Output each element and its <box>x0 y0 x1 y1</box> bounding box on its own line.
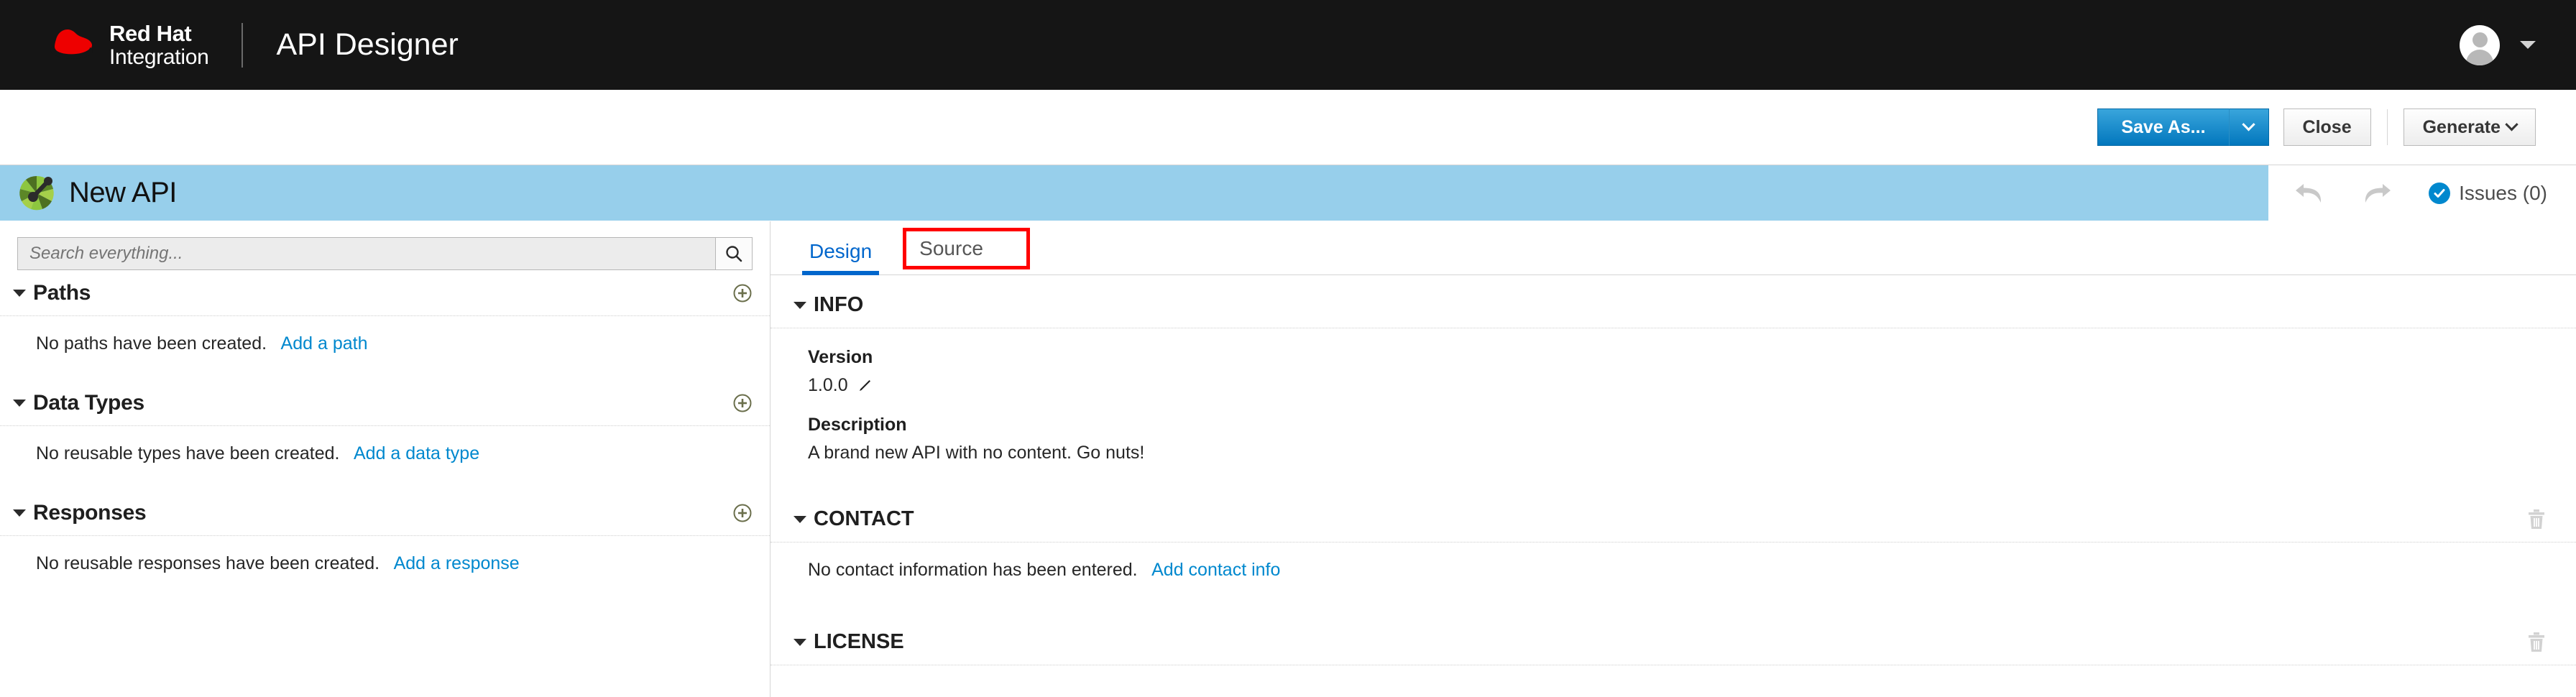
toolbar-divider <box>2386 109 2388 145</box>
add-contact-info-link[interactable]: Add contact info <box>1151 560 1280 580</box>
field-version: Version 1.0.0 <box>770 328 2576 396</box>
empty-message: No reusable types have been created. <box>36 443 340 463</box>
main-section-title: LICENSE <box>814 630 904 653</box>
edit-version-button[interactable] <box>857 377 874 394</box>
main-section-header-info[interactable]: INFO <box>770 282 2576 328</box>
masthead-user-area <box>2460 24 2536 65</box>
main-section-header-license[interactable]: LICENSE <box>770 619 2576 665</box>
chevron-down-icon <box>794 301 806 309</box>
field-value-row: 1.0.0 <box>808 375 2576 396</box>
description-value: A brand new API with no content. Go nuts… <box>808 443 1145 463</box>
chevron-down-icon <box>13 399 26 407</box>
sidebar-section-title: Data Types <box>33 390 144 415</box>
redo-icon <box>2365 183 2391 203</box>
add-data-type-icon-button[interactable] <box>732 393 753 413</box>
search-input[interactable] <box>17 237 715 270</box>
chevron-down-icon <box>794 638 806 646</box>
main-section-title: CONTACT <box>814 507 914 530</box>
field-value-row: A brand new API with no content. Go nuts… <box>808 443 2576 463</box>
masthead-divider <box>242 22 244 68</box>
issues-indicator[interactable]: Issues (0) <box>2429 182 2547 205</box>
generate-button-label: Generate <box>2422 116 2501 137</box>
search-icon <box>726 246 742 262</box>
api-actions: Issues (0) <box>2268 165 2576 221</box>
generate-button[interactable]: Generate <box>2403 109 2536 146</box>
delete-contact-button[interactable] <box>2527 509 2546 530</box>
trash-icon <box>2529 509 2544 529</box>
save-as-dropdown-toggle[interactable] <box>2228 109 2269 146</box>
app-title: API Designer <box>276 27 459 62</box>
close-button[interactable]: Close <box>2283 109 2371 146</box>
add-path-icon-button[interactable] <box>732 283 753 303</box>
masthead: Red Hat Integration API Designer <box>0 0 2576 90</box>
empty-message: No paths have been created. <box>36 333 267 354</box>
avatar-head <box>2472 32 2488 47</box>
chevron-down-icon <box>13 509 26 517</box>
search-bar <box>0 221 770 270</box>
check-circle-icon <box>2429 182 2451 204</box>
sidebar-section-title: Paths <box>33 280 91 305</box>
brand-line-1: Red Hat <box>109 20 192 46</box>
red-hat-fedora-icon <box>50 29 93 59</box>
undo-button[interactable] <box>2294 181 2325 206</box>
version-value: 1.0.0 <box>808 375 848 395</box>
add-path-link[interactable]: Add a path <box>281 333 368 354</box>
add-response-icon-button[interactable] <box>732 503 753 523</box>
save-as-split-button: Save As... <box>2097 109 2269 146</box>
plus-circle-icon <box>733 284 752 302</box>
pencil-icon <box>859 379 870 391</box>
field-label: Description <box>808 415 907 435</box>
field-description: Description A brand new API with no cont… <box>770 396 2576 463</box>
issues-label: Issues (0) <box>2459 181 2547 204</box>
chevron-down-icon[interactable] <box>2520 41 2536 49</box>
search-button[interactable] <box>715 237 753 270</box>
sidebar-section-header-data-types[interactable]: Data Types <box>0 380 770 426</box>
chevron-down-icon <box>794 515 806 523</box>
empty-message: No reusable responses have been created. <box>36 553 380 573</box>
chevron-down-icon <box>2242 117 2255 131</box>
apicurio-logo-icon <box>19 175 54 210</box>
main-content: INFO Version 1.0.0 Description A brand n… <box>770 275 2576 665</box>
empty-message: No contact information has been entered. <box>808 560 1138 580</box>
chevron-down-icon <box>2505 117 2518 131</box>
api-name: New API <box>69 177 177 208</box>
main-panel: Design Source INFO Version 1.0.0 Descrip… <box>770 221 2576 697</box>
save-as-button[interactable]: Save As... <box>2097 109 2229 146</box>
plus-circle-icon <box>733 394 752 412</box>
sidebar-section-body-responses: No reusable responses have been created.… <box>0 536 770 600</box>
field-label: Version <box>808 347 873 367</box>
check-icon <box>2434 188 2445 198</box>
trash-icon <box>2529 632 2544 652</box>
delete-license-button[interactable] <box>2527 632 2546 653</box>
add-data-type-link[interactable]: Add a data type <box>354 443 479 463</box>
action-toolbar: Save As... Close Generate <box>0 90 2576 165</box>
editor-tabs: Design Source <box>770 221 2576 275</box>
redo-button[interactable] <box>2361 181 2393 206</box>
plus-circle-icon <box>733 504 752 522</box>
chevron-down-icon <box>13 289 26 297</box>
avatar[interactable] <box>2460 24 2500 65</box>
sidebar-section-header-responses[interactable]: Responses <box>0 490 770 536</box>
sidebar-section-body-data-types: No reusable types have been created. Add… <box>0 426 770 490</box>
body-split: Paths No paths have been created. Add a … <box>0 221 2576 697</box>
sidebar-section-header-paths[interactable]: Paths <box>0 270 770 316</box>
sidebar: Paths No paths have been created. Add a … <box>0 221 770 697</box>
sidebar-section-body-paths: No paths have been created. Add a path <box>0 316 770 380</box>
red-hat-logo: Red Hat Integration <box>46 20 209 69</box>
brand-line-2: Integration <box>109 45 209 69</box>
avatar-body <box>2466 49 2493 65</box>
undo-icon <box>2296 183 2322 203</box>
tab-source[interactable]: Source <box>903 228 1030 269</box>
add-response-link[interactable]: Add a response <box>394 553 520 573</box>
sidebar-section-title: Responses <box>33 500 147 525</box>
tab-design[interactable]: Design <box>794 240 888 275</box>
main-section-title: INFO <box>814 293 864 316</box>
main-section-header-contact[interactable]: CONTACT <box>770 497 2576 543</box>
api-title-bar: New API Issues (0) <box>0 165 2576 221</box>
brand-block: Red Hat Integration API Designer <box>46 22 459 68</box>
contact-empty-row: No contact information has been entered.… <box>770 543 2576 581</box>
